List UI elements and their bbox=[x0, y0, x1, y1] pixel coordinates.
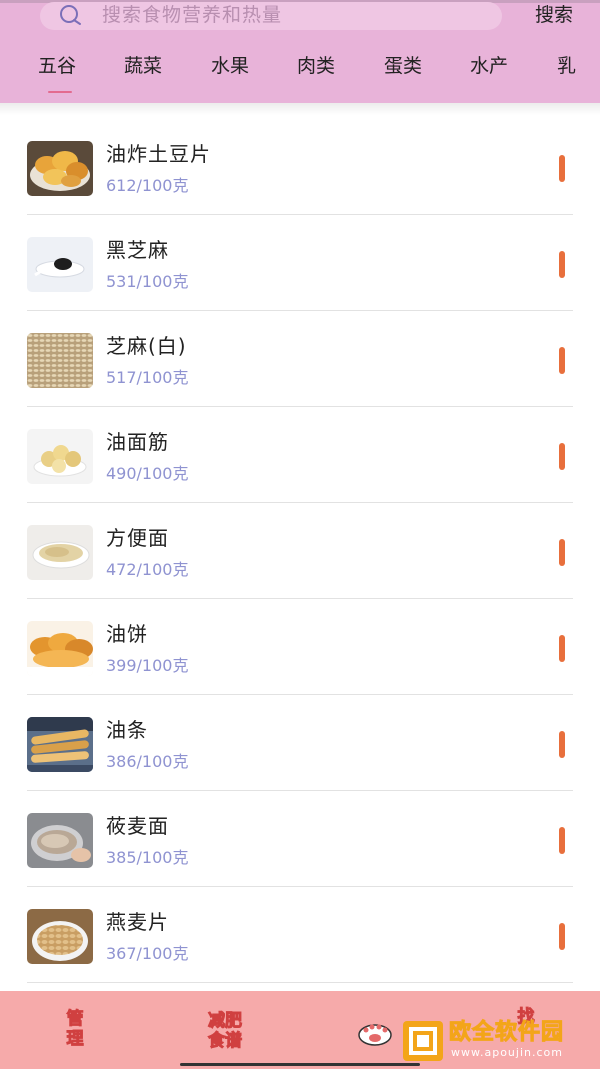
tab-grains[interactable]: 五谷 bbox=[38, 53, 76, 79]
nav-diet-line2: 食谱 bbox=[208, 1031, 243, 1052]
list-item[interactable]: 油饼 399/100克 bbox=[0, 597, 600, 695]
search-button[interactable]: 搜索 bbox=[535, 2, 573, 28]
food-calories: 490/100克 bbox=[106, 464, 189, 483]
calorie-marker bbox=[559, 443, 565, 470]
watermark-title: 欧全软件园 bbox=[448, 1020, 565, 1046]
category-tabs: 五谷 蔬菜 水果 肉类 蛋类 水产 乳 bbox=[0, 53, 600, 81]
calorie-marker bbox=[559, 155, 565, 182]
food-calories: 472/100克 bbox=[106, 560, 189, 579]
calorie-marker bbox=[559, 827, 565, 854]
calorie-marker bbox=[559, 251, 565, 278]
watermark-subtitle: www.apoujin.com bbox=[451, 1046, 563, 1059]
food-name: 方便面 bbox=[106, 526, 169, 550]
food-calories: 517/100克 bbox=[106, 368, 189, 387]
food-calories: 386/100克 bbox=[106, 752, 189, 771]
tab-meat[interactable]: 肉类 bbox=[297, 53, 335, 79]
watermark-logo-icon bbox=[403, 1021, 443, 1061]
nav-diet-recipes[interactable]: 减肥 食谱 bbox=[198, 1011, 252, 1052]
calorie-marker bbox=[559, 923, 565, 950]
food-name: 油条 bbox=[106, 718, 148, 742]
tab-eggs[interactable]: 蛋类 bbox=[384, 53, 422, 79]
oatmeal-photo bbox=[27, 909, 93, 964]
divider bbox=[27, 982, 573, 983]
nav-manage[interactable]: 管 理 bbox=[58, 1009, 92, 1050]
active-tab-indicator bbox=[48, 91, 72, 93]
chips-photo bbox=[27, 141, 93, 196]
food-name: 莜麦面 bbox=[106, 814, 169, 838]
list-item[interactable]: 油炸土豆片 612/100克 bbox=[0, 117, 600, 215]
list-item[interactable]: 莜麦面 385/100克 bbox=[0, 789, 600, 887]
food-calories: 531/100克 bbox=[106, 272, 189, 291]
food-calories: 399/100克 bbox=[106, 656, 189, 675]
black-sesame-photo bbox=[27, 237, 93, 292]
food-calories: 385/100克 bbox=[106, 848, 189, 867]
watermark: 欧全软件园 www.apoujin.com bbox=[403, 1020, 593, 1063]
food-name: 芝麻(白) bbox=[106, 334, 187, 358]
list-item[interactable]: 黑芝麻 531/100克 bbox=[0, 213, 600, 311]
nav-manage-line1: 管 bbox=[66, 1009, 84, 1030]
header-bar: 搜索食物营养和热量 搜索 五谷 蔬菜 水果 肉类 蛋类 水产 乳 bbox=[0, 0, 600, 103]
food-calories: 367/100克 bbox=[106, 944, 189, 963]
food-name: 油饼 bbox=[106, 622, 148, 646]
food-name: 燕麦片 bbox=[106, 910, 169, 934]
nav-diet-line1: 减肥 bbox=[208, 1011, 243, 1032]
paw-icon[interactable] bbox=[355, 1016, 395, 1046]
calorie-marker bbox=[559, 539, 565, 566]
list-item[interactable]: 油条 386/100克 bbox=[0, 693, 600, 791]
oat-flour-photo bbox=[27, 813, 93, 868]
fried-dough-photo bbox=[27, 717, 93, 772]
pancake-photo bbox=[27, 621, 93, 676]
header-shadow bbox=[0, 103, 600, 115]
instant-noodle-photo bbox=[27, 525, 93, 580]
tab-vegetables[interactable]: 蔬菜 bbox=[124, 53, 162, 79]
list-item[interactable]: 方便面 472/100克 bbox=[0, 501, 600, 599]
white-sesame-photo bbox=[27, 333, 93, 388]
list-item[interactable]: 燕麦片 367/100克 bbox=[0, 885, 600, 983]
tab-fruits[interactable]: 水果 bbox=[211, 53, 249, 79]
nav-manage-line2: 理 bbox=[66, 1029, 84, 1050]
search-placeholder[interactable]: 搜索食物营养和热量 bbox=[102, 3, 282, 27]
list-item[interactable]: 油面筋 490/100克 bbox=[0, 405, 600, 503]
food-calories: 612/100克 bbox=[106, 176, 189, 195]
calorie-marker bbox=[559, 347, 565, 374]
food-name: 油炸土豆片 bbox=[106, 142, 211, 166]
food-name: 油面筋 bbox=[106, 430, 169, 454]
list-item[interactable]: 芝麻(白) 517/100克 bbox=[0, 309, 600, 407]
tab-dairy[interactable]: 乳 bbox=[557, 53, 576, 79]
search-icon[interactable] bbox=[58, 4, 84, 26]
calorie-marker bbox=[559, 731, 565, 758]
gluten-ball-photo bbox=[27, 429, 93, 484]
home-indicator bbox=[180, 1063, 420, 1066]
tab-seafood[interactable]: 水产 bbox=[470, 53, 508, 79]
calorie-marker bbox=[559, 635, 565, 662]
food-name: 黑芝麻 bbox=[106, 238, 169, 262]
